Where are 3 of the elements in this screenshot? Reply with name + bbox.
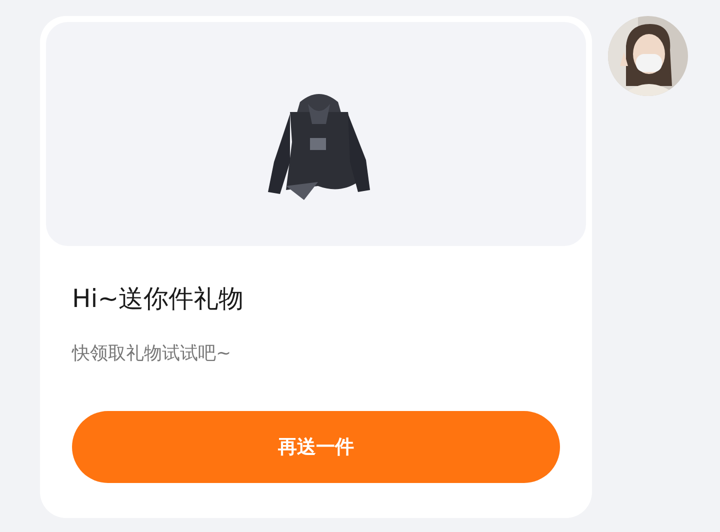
gift-subtitle: 快领取礼物试试吧~ bbox=[72, 342, 232, 366]
send-again-button[interactable]: 再送一件 bbox=[72, 411, 560, 483]
gift-title: Hi~送你件礼物 bbox=[72, 284, 245, 314]
